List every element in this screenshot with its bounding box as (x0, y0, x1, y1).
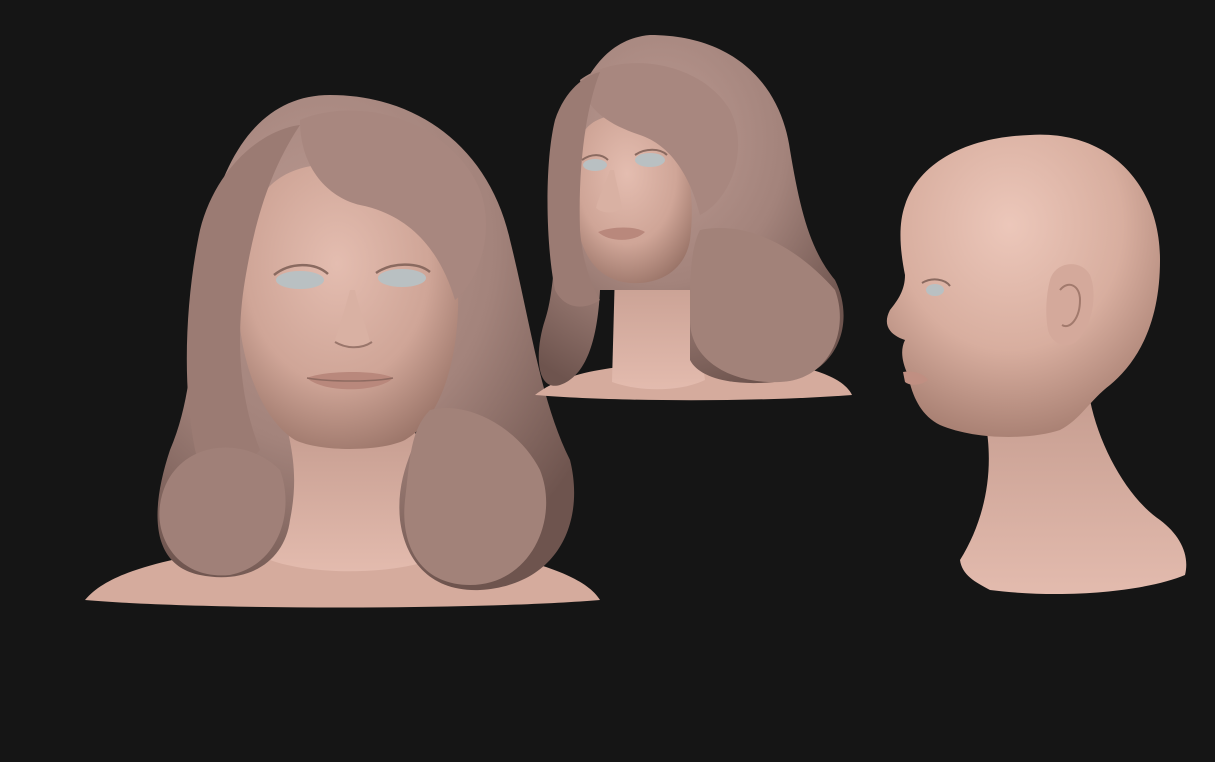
tq-hair-right-wave (690, 228, 840, 383)
front-left-eye (276, 271, 324, 289)
profile-view-sculpt (886, 134, 1187, 595)
viewport-canvas[interactable] (0, 0, 1215, 762)
three-quarter-view-sculpt (535, 35, 852, 401)
tq-left-eye (583, 159, 607, 171)
profile-head (886, 134, 1160, 437)
tq-right-eye (635, 153, 665, 167)
sculpt-render (85, 35, 1187, 608)
profile-eye (926, 284, 944, 296)
front-view-sculpt (85, 95, 600, 608)
front-right-eye (378, 269, 426, 287)
